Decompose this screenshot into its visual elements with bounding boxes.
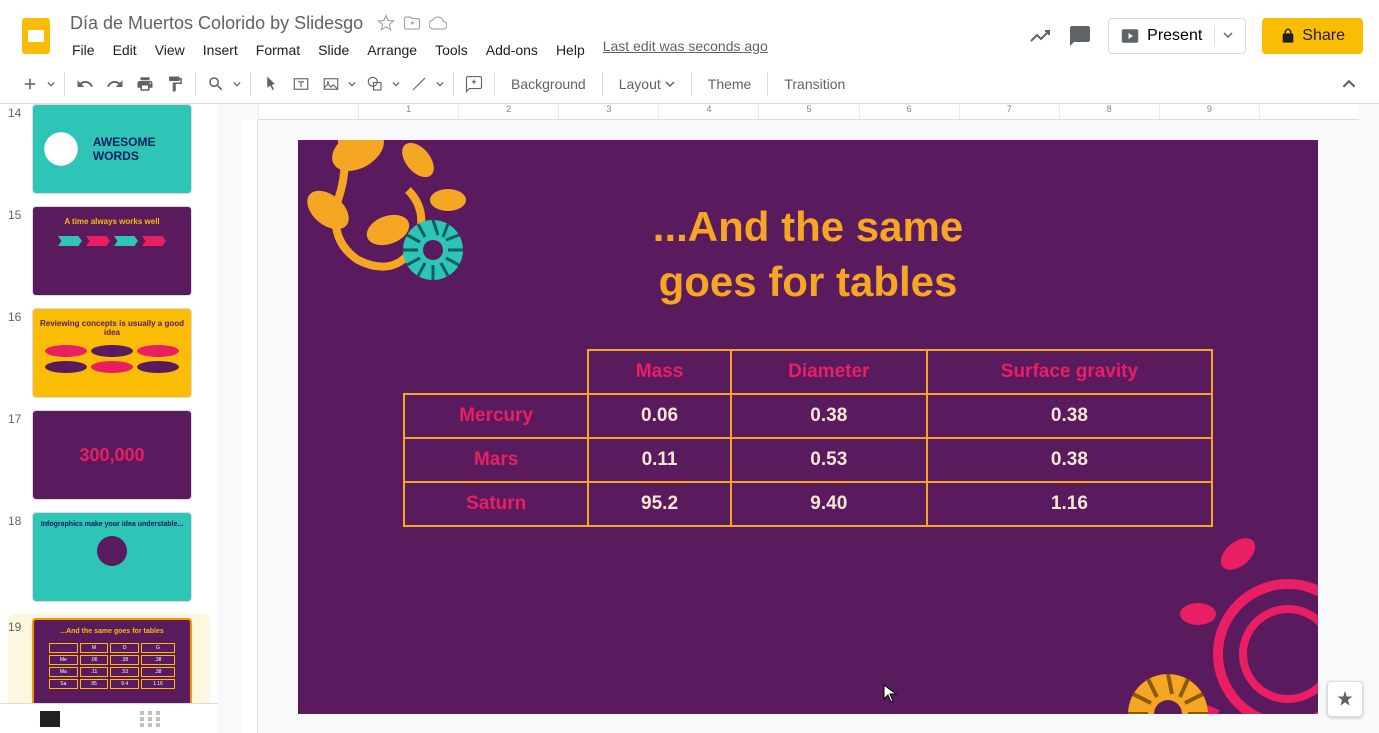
slide-thumbnail-17[interactable]: 300,000 — [32, 410, 192, 500]
menu-bar: File Edit View Insert Format Slide Arran… — [64, 38, 1028, 62]
present-button[interactable]: Present — [1108, 18, 1246, 54]
collapse-toolbar-button[interactable] — [1335, 70, 1363, 98]
star-icon[interactable] — [377, 14, 395, 32]
shape-chevron-icon[interactable] — [389, 70, 403, 98]
layout-button[interactable]: Layout — [609, 70, 685, 98]
menu-slide[interactable]: Slide — [310, 38, 357, 62]
vertical-ruler — [242, 120, 258, 733]
toolbar: Background Layout Theme Transition — [0, 64, 1379, 104]
table-header[interactable]: Diameter — [731, 350, 927, 394]
cloud-status-icon[interactable] — [429, 14, 447, 32]
skull-graphic — [39, 114, 83, 184]
thumb-number: 19 — [8, 618, 32, 708]
menu-addons[interactable]: Add-ons — [478, 38, 546, 62]
present-label: Present — [1147, 27, 1202, 45]
thumb-number: 15 — [8, 206, 32, 296]
paint-format-button[interactable] — [161, 70, 189, 98]
zoom-button[interactable] — [202, 70, 230, 98]
present-icon — [1121, 27, 1139, 45]
share-label: Share — [1302, 27, 1345, 45]
table-cell[interactable]: 0.38 — [927, 394, 1212, 438]
slide-thumbnail-14[interactable]: AWESOME WORDS — [32, 104, 192, 194]
table-cell[interactable]: 0.38 — [731, 394, 927, 438]
slide-thumbnail-16[interactable]: Reviewing concepts is usually a good ide… — [32, 308, 192, 398]
theme-button[interactable]: Theme — [698, 70, 762, 98]
menu-file[interactable]: File — [64, 38, 103, 62]
menu-arrange[interactable]: Arrange — [359, 38, 425, 62]
layout-chevron-icon — [665, 79, 675, 89]
table-rowhead[interactable]: Saturn — [404, 482, 588, 526]
main-area: 14 AWESOME WORDS 15 A time always works … — [0, 104, 1379, 733]
zoom-chevron-icon[interactable] — [230, 70, 244, 98]
transition-button[interactable]: Transition — [774, 70, 855, 98]
menu-format[interactable]: Format — [248, 38, 308, 62]
title-area: Día de Muertos Colorido by Slidesgo File… — [64, 11, 1028, 62]
table-cell[interactable]: 95.2 — [588, 482, 730, 526]
line-tool[interactable] — [405, 70, 433, 98]
filmstrip-view-icon[interactable] — [40, 711, 60, 727]
new-slide-button[interactable] — [16, 70, 44, 98]
menu-help[interactable]: Help — [548, 38, 593, 62]
print-button[interactable] — [131, 70, 159, 98]
comments-icon[interactable] — [1068, 24, 1092, 48]
image-tool[interactable] — [317, 70, 345, 98]
present-chevron-icon[interactable] — [1214, 27, 1233, 45]
explore-icon — [1335, 689, 1355, 709]
decorative-swirl-bottom-right — [1058, 454, 1318, 714]
table-header[interactable]: Mass — [588, 350, 730, 394]
thumb-title: Infographics make your idea understable.… — [33, 513, 191, 528]
explore-button[interactable] — [1327, 681, 1363, 717]
menu-edit[interactable]: Edit — [105, 38, 145, 62]
table-rowhead[interactable]: Mercury — [404, 394, 588, 438]
thumb-number: 17 — [8, 410, 32, 500]
textbox-tool[interactable] — [287, 70, 315, 98]
thumb-title: ...And the same goes for tables — [34, 620, 190, 635]
slide-thumbnail-15[interactable]: A time always works well — [32, 206, 192, 296]
slide-thumbnail-18[interactable]: Infographics make your idea understable.… — [32, 512, 192, 602]
document-title[interactable]: Día de Muertos Colorido by Slidesgo — [64, 11, 369, 36]
view-mode-footer — [0, 703, 218, 733]
table-rowhead[interactable]: Mars — [404, 438, 588, 482]
new-slide-chevron-icon[interactable] — [44, 70, 58, 98]
image-chevron-icon[interactable] — [345, 70, 359, 98]
line-chevron-icon[interactable] — [433, 70, 447, 98]
table-cell[interactable]: 0.53 — [731, 438, 927, 482]
table-cell[interactable]: 9.40 — [731, 482, 927, 526]
table-row: Mercury 0.06 0.38 0.38 — [404, 394, 1212, 438]
shape-tool[interactable] — [361, 70, 389, 98]
horizontal-ruler: 123456789 — [258, 104, 1359, 120]
canvas-area[interactable]: 123456789 ...And the same goes for table… — [218, 104, 1379, 733]
comment-tool[interactable] — [460, 70, 488, 98]
thumb-title: Reviewing concepts is usually a good ide… — [33, 309, 191, 337]
select-tool[interactable] — [257, 70, 285, 98]
share-button[interactable]: Share — [1262, 18, 1363, 54]
slide-canvas[interactable]: ...And the same goes for tables Mass Dia… — [298, 140, 1318, 714]
move-icon[interactable] — [403, 14, 421, 32]
table-cell[interactable]: 0.06 — [588, 394, 730, 438]
table-cell[interactable]: 0.11 — [588, 438, 730, 482]
thumb-number: 18 — [8, 512, 32, 602]
slide-thumbnail-19[interactable]: ...And the same goes for tables MDGMe.06… — [32, 618, 192, 708]
slide-panel[interactable]: 14 AWESOME WORDS 15 A time always works … — [0, 104, 218, 733]
slides-logo[interactable] — [16, 16, 56, 56]
undo-button[interactable] — [71, 70, 99, 98]
decorative-swirl-top-left — [298, 140, 558, 380]
app-header: Día de Muertos Colorido by Slidesgo File… — [0, 0, 1379, 64]
table-header[interactable]: Surface gravity — [927, 350, 1212, 394]
grid-view-icon[interactable] — [140, 711, 160, 727]
lock-icon — [1280, 28, 1296, 44]
thumb-title: A time always works well — [33, 207, 191, 226]
last-edit-link[interactable]: Last edit was seconds ago — [603, 38, 768, 62]
thumb-number: 16 — [8, 308, 32, 398]
thumb-text: AWESOME WORDS — [93, 135, 191, 163]
menu-view[interactable]: View — [147, 38, 193, 62]
thumb-number: 14 — [8, 104, 32, 194]
menu-insert[interactable]: Insert — [195, 38, 246, 62]
menu-tools[interactable]: Tools — [427, 38, 476, 62]
thumb-text: 300,000 — [79, 445, 144, 466]
activity-icon[interactable] — [1028, 24, 1052, 48]
header-actions: Present Share — [1028, 18, 1363, 54]
background-button[interactable]: Background — [501, 70, 596, 98]
redo-button[interactable] — [101, 70, 129, 98]
